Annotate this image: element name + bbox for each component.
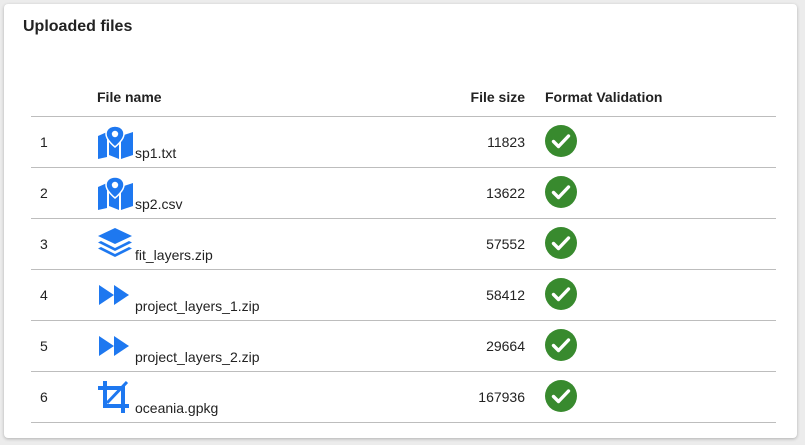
file-size: 11823 (407, 116, 525, 168)
format-validation-cell (525, 218, 776, 270)
file-name: sp1.txt (135, 145, 177, 161)
table-header-row: File name File size Format Validation (31, 78, 776, 117)
panel-title: Uploaded files (23, 18, 133, 35)
format-validation-cell (525, 371, 776, 423)
row-index: 4 (31, 269, 97, 321)
row-index: 2 (31, 167, 97, 219)
map-icon (97, 125, 135, 159)
file-name: oceania.gpkg (135, 400, 219, 416)
file-name-cell: fit_layers.zip (97, 218, 407, 270)
uploaded-files-panel: Uploaded files File name File size Forma… (4, 4, 797, 438)
file-name: project_layers_1.zip (135, 298, 260, 314)
row-index: 1 (31, 116, 97, 168)
files-table: File name File size Format Validation 1 … (31, 78, 776, 423)
row-index: 3 (31, 218, 97, 270)
file-name-cell: sp2.csv (97, 167, 407, 219)
format-validation-cell (525, 269, 776, 321)
table-row: 2 sp2.csv 13622 (31, 167, 776, 219)
format-validation-cell (525, 320, 776, 372)
table-row: 1 sp1.txt 11823 (31, 116, 776, 168)
format-validation-cell (525, 116, 776, 168)
check-circle-icon (545, 277, 577, 310)
check-circle-icon (545, 379, 577, 412)
table-row: 4 project_layers_1.zip 58412 (31, 269, 776, 321)
table-row: 5 project_layers_2.zip 29664 (31, 320, 776, 372)
map-icon (97, 176, 135, 210)
index-column-header (31, 78, 97, 117)
row-index: 6 (31, 371, 97, 423)
fast-forward-icon (97, 329, 135, 363)
file-size: 58412 (407, 269, 525, 321)
file-size: 13622 (407, 167, 525, 219)
format-validation-column-header: Format Validation (525, 78, 776, 117)
layers-icon (97, 227, 135, 261)
file-name-cell: sp1.txt (97, 116, 407, 168)
file-size: 167936 (407, 371, 525, 423)
check-circle-icon (545, 124, 577, 157)
file-name-cell: oceania.gpkg (97, 371, 407, 423)
table-row: 6 oceania.gpkg 167936 (31, 371, 776, 423)
fast-forward-icon (97, 278, 135, 312)
file-size-column-header: File size (407, 78, 525, 117)
crop-icon (97, 380, 135, 414)
file-name-cell: project_layers_2.zip (97, 320, 407, 372)
table-row: 3 fit_layers.zip 57552 (31, 218, 776, 270)
format-validation-cell (525, 167, 776, 219)
check-circle-icon (545, 175, 577, 208)
file-size: 29664 (407, 320, 525, 372)
file-name: fit_layers.zip (135, 247, 213, 263)
check-circle-icon (545, 226, 577, 259)
check-circle-icon (545, 328, 577, 361)
file-name: project_layers_2.zip (135, 349, 260, 365)
file-size: 57552 (407, 218, 525, 270)
file-name-cell: project_layers_1.zip (97, 269, 407, 321)
row-index: 5 (31, 320, 97, 372)
file-name-column-header: File name (97, 78, 407, 117)
file-name: sp2.csv (135, 196, 183, 212)
